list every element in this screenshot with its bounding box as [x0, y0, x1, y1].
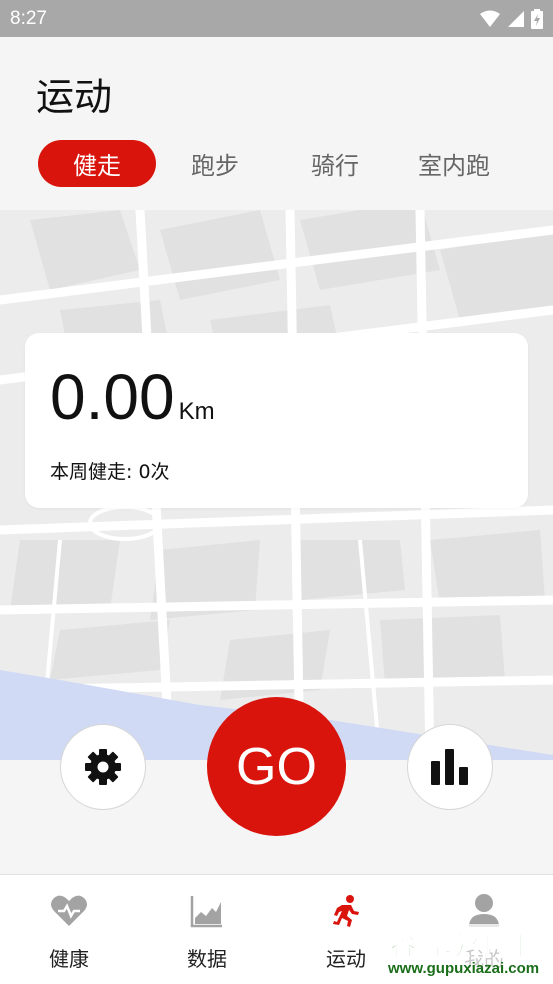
- status-time: 8:27: [10, 7, 47, 29]
- running-icon: [329, 893, 363, 929]
- heart-icon: [50, 893, 88, 929]
- settings-button[interactable]: [60, 724, 146, 810]
- watermark: 谷普软件园 www.gupuxiazai.com: [386, 924, 553, 982]
- nav-label-sport: 运动: [326, 947, 366, 971]
- weekly-count: 本周健走: 0次: [50, 461, 170, 483]
- battery-icon: [531, 8, 543, 29]
- status-bar: 8:27: [0, 0, 553, 37]
- tab-cycling[interactable]: 骑行: [276, 140, 394, 187]
- go-button[interactable]: GO: [207, 697, 346, 836]
- sport-tabs: 健走 跑步 骑行 室内跑: [38, 140, 518, 187]
- stats-card: 0.00 Km 本周健走: 0次: [25, 333, 528, 508]
- gear-icon: [85, 749, 121, 785]
- page-title: 运动: [36, 75, 113, 119]
- watermark-title: 谷普软件园: [389, 932, 526, 963]
- bar-chart-icon: [431, 749, 468, 785]
- nav-label-data: 数据: [187, 947, 227, 971]
- distance-value: 0.00: [50, 361, 175, 433]
- status-icons: [479, 8, 543, 29]
- nav-item-health[interactable]: 健康: [0, 875, 138, 984]
- area-chart-icon: [190, 893, 224, 929]
- signal-icon: [508, 10, 524, 27]
- tab-running[interactable]: 跑步: [156, 140, 274, 187]
- distance-unit: Km: [178, 398, 215, 425]
- wifi-icon: [480, 10, 500, 27]
- tab-walking[interactable]: 健走: [38, 140, 156, 187]
- watermark-url: www.gupuxiazai.com: [388, 960, 540, 977]
- distance-row: 0.00 Km: [50, 365, 215, 429]
- stats-history-button[interactable]: [407, 724, 493, 810]
- nav-label-health: 健康: [49, 947, 89, 971]
- tab-indoor-running[interactable]: 室内跑: [395, 140, 513, 187]
- nav-item-data[interactable]: 数据: [138, 875, 276, 984]
